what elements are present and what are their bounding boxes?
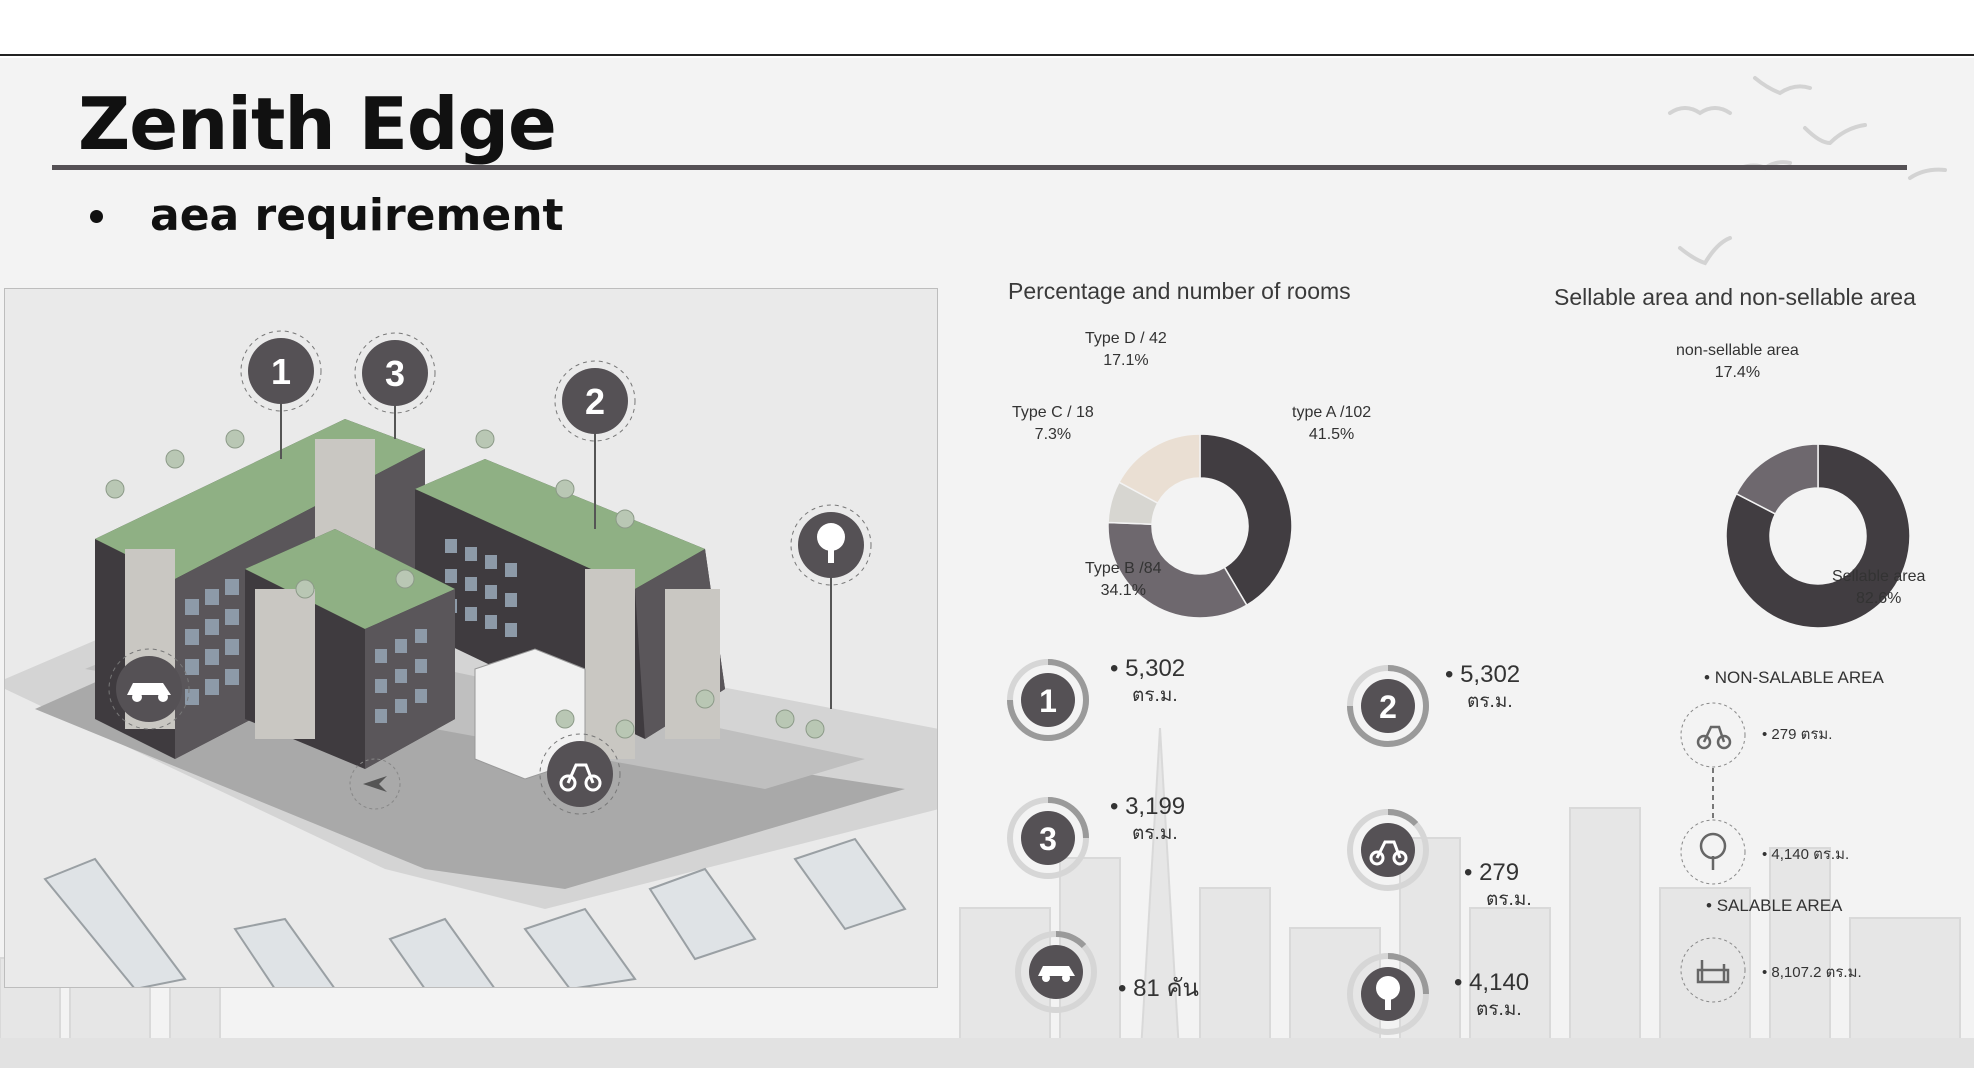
slice-label-type-a-name: type A /102 <box>1292 404 1372 421</box>
stat-tree: • 4,140 ตร.ม. <box>1454 969 1530 1020</box>
non-salable-value-2-text: 4,140 ตร.ม. <box>1771 846 1850 863</box>
isometric-site-plan: 1 3 2 <box>5 330 937 987</box>
marker-tree-icon <box>790 504 872 586</box>
slice-label-non-sellable-name: non-sellable area <box>1676 342 1799 359</box>
title-divider <box>52 165 1907 170</box>
stat-2-value: 5,302 <box>1460 661 1521 688</box>
stat-ring-2: 2 <box>1347 665 1429 747</box>
slice-label-type-b-pct: 34.1% <box>1100 581 1146 599</box>
slice-label-type-c-name: Type C / 18 <box>1012 404 1094 421</box>
marker-2: 2 <box>554 360 636 442</box>
living-room-icon <box>1696 960 1730 984</box>
slice-label-type-b: Type B /84 34.1% <box>1085 558 1162 601</box>
bullet-dot <box>90 210 103 223</box>
stat-ring-1: 1 <box>1007 659 1089 741</box>
tree-icon <box>1699 832 1727 870</box>
stat-scooter-value: 279 <box>1479 859 1520 886</box>
non-salable-title: • NON-SALABLE AREA <box>1704 668 1884 687</box>
slice-label-type-b-name: Type B /84 <box>1085 560 1162 577</box>
slice-label-type-c: Type C / 18 7.3% <box>1012 402 1094 445</box>
slice-label-type-d-pct: 17.1% <box>1103 351 1149 369</box>
marker-2-label: 2 <box>585 381 605 422</box>
slice-label-non-sellable: non-sellable area 17.4% <box>1676 340 1799 383</box>
stat-3-unit: ตร.ม. <box>1132 823 1178 844</box>
chart-title-rooms: Percentage and number of rooms <box>1008 278 1351 304</box>
slice-label-non-sellable-pct: 17.4% <box>1714 363 1761 381</box>
stat-ring-car <box>1015 930 1097 1013</box>
building-illustration: 1 3 2 <box>4 288 938 988</box>
slice-label-sellable-name: Sellable area <box>1832 568 1926 585</box>
top-bar <box>0 0 1974 56</box>
stat-2-unit: ตร.ม. <box>1467 691 1513 712</box>
legend-connector <box>1680 702 1746 1003</box>
stat-car-value: 81 คัน <box>1133 975 1199 1002</box>
slice-label-type-c-pct: 7.3% <box>1034 425 1072 443</box>
stat-scooter-unit: ตร.ม. <box>1486 889 1532 910</box>
stat-3-value: 3,199 <box>1125 793 1186 820</box>
stat-ring-scooter <box>1347 808 1429 891</box>
slice-label-sellable: Sellable area 82.6% <box>1832 566 1925 609</box>
non-salable-title-text: NON-SALABLE AREA <box>1714 668 1884 687</box>
slice-label-sellable-pct: 82.6% <box>1856 589 1902 607</box>
non-salable-value-1: • 279 ตรม. <box>1762 726 1833 743</box>
slide: Zenith Edge aea requirement 1 3 2 Percen… <box>0 58 1974 1068</box>
stat-ring-tree <box>1347 953 1429 1035</box>
page-subtitle: aea requirement <box>150 190 564 241</box>
birds-decoration <box>1668 76 1947 266</box>
stat-scooter: • 279 ตร.ม. <box>1464 859 1532 910</box>
marker-1-label: 1 <box>271 351 291 392</box>
chart-title-area: Sellable area and non-sellable area <box>1554 284 1916 310</box>
stat-ring-3: 3 <box>1007 797 1089 879</box>
slice-label-type-a: type A /102 41.5% <box>1292 402 1371 445</box>
page-title: Zenith Edge <box>78 82 557 166</box>
stat-1-unit: ตร.ม. <box>1132 685 1178 706</box>
non-salable-value-1-text: 279 ตรม. <box>1771 726 1833 743</box>
salable-value-1-text: 8,107.2 ตร.ม. <box>1771 964 1862 981</box>
marker-3: 3 <box>354 332 436 414</box>
marker-3-label: 3 <box>385 353 405 394</box>
number-3-icon: 3 <box>1039 821 1057 857</box>
slice-label-type-d: Type D / 42 17.1% <box>1085 328 1167 371</box>
scooter-icon <box>1696 725 1732 750</box>
number-1-icon: 1 <box>1039 683 1057 719</box>
salable-title: • SALABLE AREA <box>1706 896 1843 915</box>
stat-tree-unit: ตร.ม. <box>1476 999 1522 1020</box>
salable-value-1: • 8,107.2 ตร.ม. <box>1762 964 1862 981</box>
stat-3: • 3,199 ตร.ม. <box>1110 793 1186 844</box>
stat-car: • 81 คัน <box>1118 975 1199 1002</box>
slice-label-type-d-name: Type D / 42 <box>1085 330 1167 347</box>
salable-title-text: SALABLE AREA <box>1716 896 1843 915</box>
stat-1-value: 5,302 <box>1125 655 1186 682</box>
stat-tree-value: 4,140 <box>1469 969 1530 996</box>
slice-label-type-a-pct: 41.5% <box>1308 425 1355 443</box>
number-2-icon: 2 <box>1379 689 1397 725</box>
stat-2: • 5,302 ตร.ม. <box>1445 661 1521 712</box>
marker-1: 1 <box>240 330 322 412</box>
stat-1: • 5,302 ตร.ม. <box>1110 655 1186 706</box>
non-salable-value-2: • 4,140 ตร.ม. <box>1762 846 1850 863</box>
